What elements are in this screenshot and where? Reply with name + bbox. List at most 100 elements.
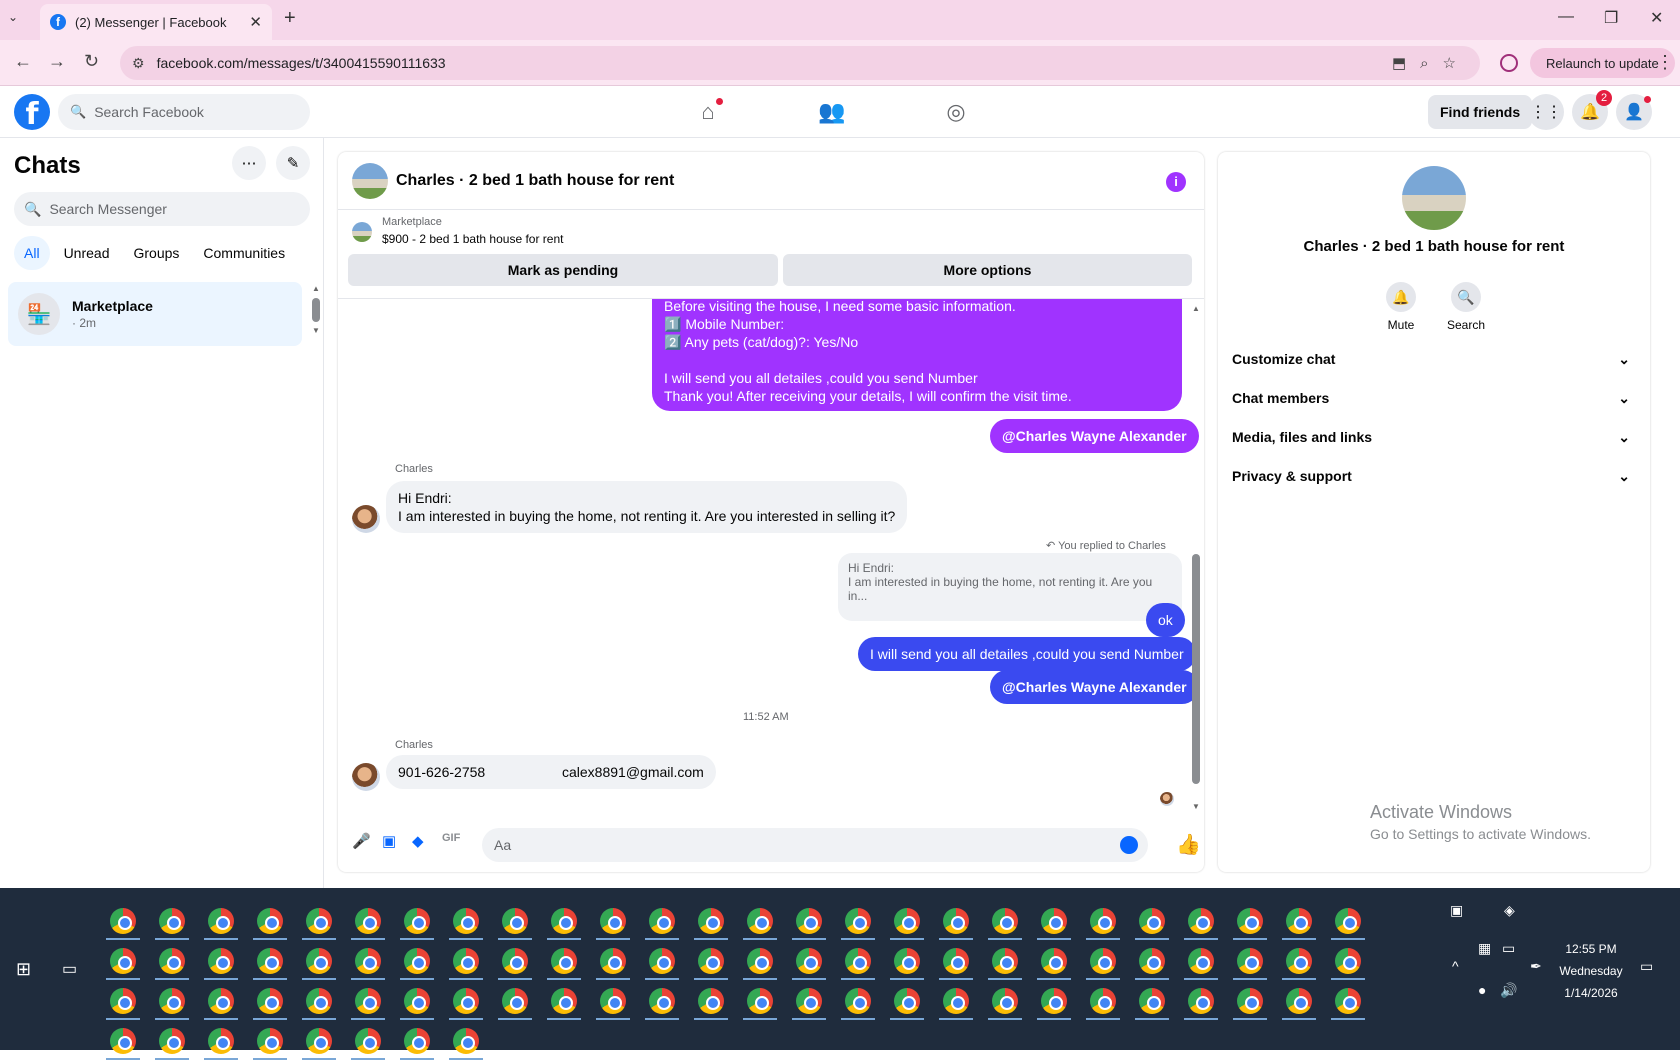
conversation-scrollbar[interactable]: ▲ ▼ [1192, 304, 1200, 814]
chrome-window-icon[interactable] [110, 908, 136, 934]
chrome-window-icon[interactable] [845, 948, 871, 974]
chrome-window-icon[interactable] [453, 1028, 479, 1054]
chats-options-icon[interactable]: ⋯ [232, 146, 266, 180]
microphone-icon[interactable]: 🎤 [352, 832, 371, 850]
find-friends-button[interactable]: Find friends [1428, 95, 1533, 129]
chrome-window-icon[interactable] [1286, 948, 1312, 974]
chrome-window-icon[interactable] [649, 988, 675, 1014]
chrome-window-icon[interactable] [502, 908, 528, 934]
chrome-window-icon[interactable] [355, 1028, 381, 1054]
conversation-avatar[interactable] [352, 163, 388, 199]
filter-groups[interactable]: Groups [123, 236, 189, 270]
incoming-message[interactable]: 901-626-2758 calex8891@gmail.com [386, 755, 716, 789]
zoom-icon[interactable]: ⌕ [1420, 55, 1442, 72]
volume-icon[interactable]: 🔊 [1500, 982, 1517, 999]
chrome-window-icon[interactable] [1090, 908, 1116, 934]
conversation-title[interactable]: Charles · 2 bed 1 bath house for rent [396, 172, 674, 190]
scrollbar-thumb[interactable] [1192, 554, 1200, 784]
profile-icon[interactable] [1500, 54, 1518, 72]
chrome-window-icon[interactable] [845, 988, 871, 1014]
chrome-window-icon[interactable] [649, 948, 675, 974]
chrome-window-icon[interactable] [796, 948, 822, 974]
pen-icon[interactable]: ✒ [1530, 958, 1542, 975]
bookmark-star-icon[interactable]: ☆ [1443, 55, 1470, 72]
show-hidden-icons-icon[interactable]: ^ [1452, 958, 1459, 974]
chrome-window-icon[interactable] [992, 948, 1018, 974]
install-icon[interactable]: ⬒ [1392, 55, 1420, 72]
more-options-button[interactable]: More options [783, 254, 1192, 286]
chrome-window-icon[interactable] [1090, 948, 1116, 974]
message-input[interactable]: Aa [482, 828, 1148, 862]
menu-grid-icon[interactable]: ⋮⋮ [1528, 94, 1564, 130]
chrome-window-icon[interactable] [306, 1028, 332, 1054]
site-info-icon[interactable]: ⚙ [132, 55, 145, 72]
chrome-window-icon[interactable] [1090, 988, 1116, 1014]
chrome-window-icon[interactable] [796, 908, 822, 934]
chrome-window-icon[interactable] [404, 948, 430, 974]
chrome-window-icon[interactable] [1188, 908, 1214, 934]
info-icon[interactable]: i [1166, 172, 1186, 192]
chrome-window-icon[interactable] [110, 988, 136, 1014]
search-in-conversation-button[interactable]: 🔍 Search [1436, 282, 1496, 332]
meet-now-icon[interactable]: ▣ [1450, 902, 1463, 919]
chrome-window-icon[interactable] [208, 908, 234, 934]
chrome-window-icon[interactable] [796, 988, 822, 1014]
chrome-window-icon[interactable] [1237, 988, 1263, 1014]
restore-icon[interactable]: ❐ [1604, 8, 1618, 28]
chrome-window-icon[interactable] [698, 948, 724, 974]
chrome-window-icon[interactable] [894, 948, 920, 974]
chrome-window-icon[interactable] [306, 948, 332, 974]
facebook-search-input[interactable]: 🔍 Search Facebook [58, 94, 310, 130]
sticker-icon[interactable]: ◆ [412, 832, 424, 850]
new-message-icon[interactable]: ✎ [276, 146, 310, 180]
chrome-window-icon[interactable] [943, 988, 969, 1014]
close-tab-icon[interactable]: ✕ [249, 13, 262, 31]
thumbs-up-icon[interactable]: 👍 [1176, 832, 1201, 857]
friends-icon[interactable]: 👥 [812, 96, 852, 128]
chrome-window-icon[interactable] [992, 988, 1018, 1014]
chrome-window-icon[interactable] [992, 908, 1018, 934]
privacy-support-row[interactable]: Privacy & support ⌄ [1232, 457, 1636, 495]
reload-icon[interactable]: ↻ [84, 51, 99, 72]
chrome-window-icon[interactable] [502, 988, 528, 1014]
gif-icon[interactable]: GIF [442, 832, 460, 844]
chrome-window-icon[interactable] [1139, 988, 1165, 1014]
chrome-window-icon[interactable] [159, 908, 185, 934]
chrome-window-icon[interactable] [1188, 948, 1214, 974]
chats-scrollbar[interactable]: ▲ ▼ [312, 284, 320, 336]
chrome-window-icon[interactable] [1286, 988, 1312, 1014]
relaunch-button[interactable]: Relaunch to update [1530, 48, 1675, 78]
system-clock[interactable]: 12:55 PM Wednesday 1/14/2026 [1546, 938, 1636, 1004]
chrome-window-icon[interactable] [355, 988, 381, 1014]
chrome-window-icon[interactable] [1286, 908, 1312, 934]
chrome-window-icon[interactable] [649, 908, 675, 934]
chrome-window-icon[interactable] [1041, 948, 1067, 974]
photo-icon[interactable]: ▣ [382, 832, 396, 850]
chrome-window-icon[interactable] [208, 988, 234, 1014]
chrome-window-icon[interactable] [404, 988, 430, 1014]
mention-message[interactable]: @Charles Wayne Alexander [990, 419, 1199, 453]
chrome-window-icon[interactable] [1335, 948, 1361, 974]
filter-all[interactable]: All [14, 236, 50, 270]
filter-unread[interactable]: Unread [54, 236, 120, 270]
chrome-window-icon[interactable] [257, 1028, 283, 1054]
filter-communities[interactable]: Communities [193, 236, 295, 270]
chrome-window-icon[interactable] [600, 908, 626, 934]
chrome-window-icon[interactable] [698, 908, 724, 934]
chrome-window-icon[interactable] [1335, 908, 1361, 934]
chrome-window-icon[interactable] [453, 908, 479, 934]
chrome-window-icon[interactable] [208, 1028, 234, 1054]
notifications-icon[interactable]: ▭ [1640, 958, 1653, 975]
chrome-window-icon[interactable] [1188, 988, 1214, 1014]
chrome-window-icon[interactable] [306, 988, 332, 1014]
chrome-window-icon[interactable] [1041, 908, 1067, 934]
forward-icon[interactable]: → [48, 51, 66, 72]
outgoing-message[interactable]: ok [1146, 603, 1185, 637]
home-icon[interactable]: ⌂ [688, 96, 728, 128]
outgoing-message[interactable]: I will send you all detailes ,could you … [858, 637, 1196, 671]
outgoing-message[interactable]: Before visiting the house, I need some b… [652, 299, 1182, 411]
incoming-message[interactable]: Hi Endri: I am interested in buying the … [386, 481, 908, 533]
chrome-window-icon[interactable] [110, 1028, 136, 1054]
windows-start-icon[interactable]: ⊞ [16, 959, 31, 980]
chrome-window-icon[interactable] [698, 988, 724, 1014]
